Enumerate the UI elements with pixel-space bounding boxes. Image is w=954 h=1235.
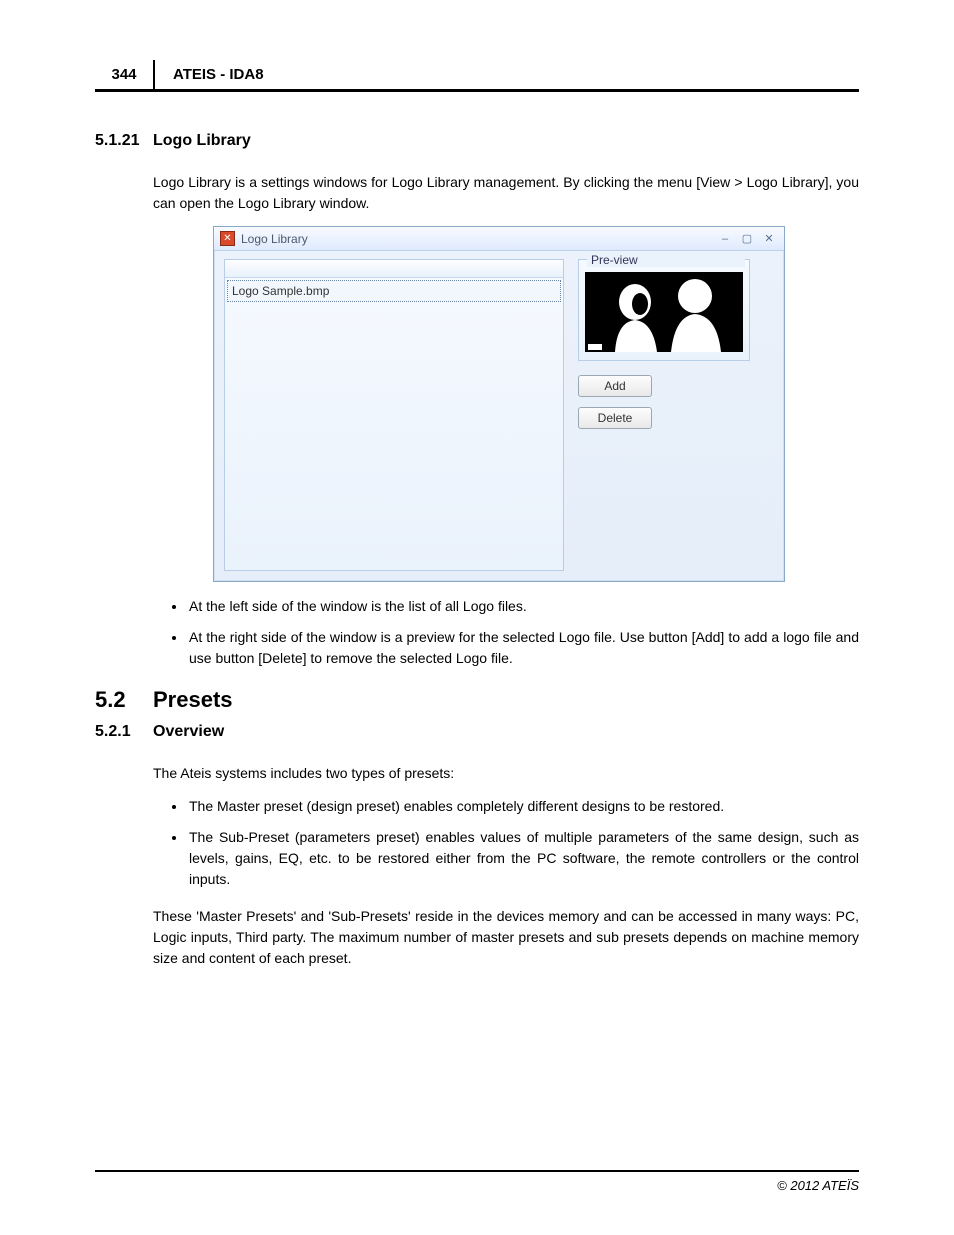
bullet-item: At the right side of the window is a pre…: [187, 627, 859, 669]
heading-logo-library: 5.1.21Logo Library: [95, 132, 859, 150]
document-title: ATEIS - IDA8: [155, 60, 264, 89]
section-number: 5.2: [95, 687, 153, 713]
delete-button[interactable]: Delete: [578, 407, 652, 429]
figure-logo-library-window: ✕ Logo Library – ▢ ✕ Logo Sample.bmp Pre…: [213, 226, 859, 582]
heading-presets: 5.2Presets: [95, 687, 859, 713]
window-title: Logo Library: [241, 232, 712, 246]
bullet-item: The Master preset (design preset) enable…: [187, 796, 859, 817]
list-header: [225, 260, 563, 278]
close-button[interactable]: ✕: [760, 232, 778, 246]
maximize-button[interactable]: ▢: [738, 232, 756, 246]
paragraph: Logo Library is a settings windows for L…: [153, 172, 859, 214]
section-title: Presets: [153, 687, 233, 712]
section-title: Logo Library: [153, 132, 251, 149]
page-number: 344: [95, 60, 155, 89]
page-header: 344 ATEIS - IDA8: [95, 60, 859, 92]
preview-panel: Pre-view: [578, 259, 750, 361]
preview-label: Pre-view: [587, 253, 745, 267]
section-number: 5.2.1: [95, 723, 153, 741]
minimize-button[interactable]: –: [716, 232, 734, 246]
section-title: Overview: [153, 723, 224, 740]
window-titlebar: ✕ Logo Library – ▢ ✕: [214, 227, 784, 251]
file-list-panel: Logo Sample.bmp: [224, 259, 564, 571]
heading-overview: 5.2.1Overview: [95, 723, 859, 741]
paragraph: The Ateis systems includes two types of …: [153, 763, 859, 784]
file-list-item[interactable]: Logo Sample.bmp: [227, 280, 561, 302]
bullet-item: At the left side of the window is the li…: [187, 596, 859, 617]
page-footer: © 2012 ATEÏS: [95, 1170, 859, 1193]
add-button[interactable]: Add: [578, 375, 652, 397]
section-number: 5.1.21: [95, 132, 153, 150]
bullet-item: The Sub-Preset (parameters preset) enabl…: [187, 827, 859, 890]
preview-image: [585, 272, 743, 352]
app-icon: ✕: [220, 231, 235, 246]
paragraph: These 'Master Presets' and 'Sub-Presets'…: [153, 906, 859, 969]
app-window: ✕ Logo Library – ▢ ✕ Logo Sample.bmp Pre…: [213, 226, 785, 582]
